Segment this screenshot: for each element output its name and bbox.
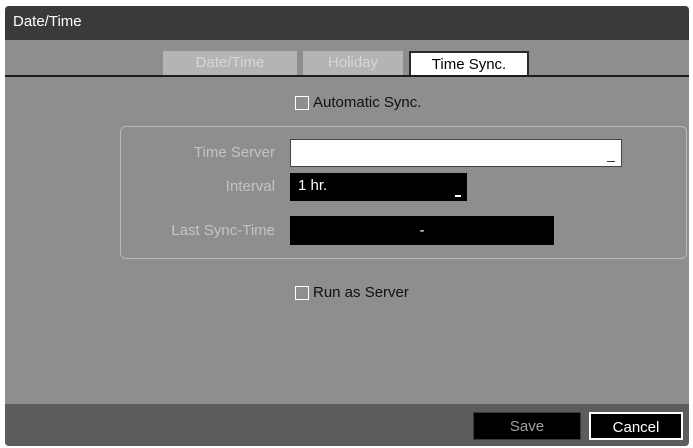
tab-time-sync[interactable]: Time Sync. <box>409 51 529 75</box>
tab-holiday[interactable]: Holiday <box>303 51 403 75</box>
interval-select[interactable]: 1 hr. <box>290 173 467 201</box>
run-as-server-checkbox[interactable] <box>295 285 309 300</box>
interval-label: Interval <box>225 178 275 195</box>
save-button[interactable]: Save <box>473 412 581 440</box>
last-sync-time-display: - <box>290 216 554 245</box>
title-bar: Date/Time <box>5 6 689 40</box>
interval-value: 1 hr. <box>298 177 328 194</box>
dropdown-arrow-icon <box>455 195 461 197</box>
time-server-input[interactable] <box>290 139 622 167</box>
cancel-button[interactable]: Cancel <box>589 412 683 440</box>
run-as-server-option[interactable]: Run as Server <box>295 284 409 301</box>
last-sync-time-label: Last Sync-Time <box>171 222 275 239</box>
automatic-sync-label: Automatic Sync. <box>313 94 422 111</box>
text-cursor-icon <box>607 161 615 162</box>
automatic-sync-option[interactable]: Automatic Sync. <box>295 94 421 111</box>
automatic-sync-checkbox[interactable] <box>295 95 309 110</box>
tab-date-time[interactable]: Date/Time <box>163 51 297 75</box>
time-server-label: Time Server <box>193 144 275 161</box>
run-as-server-label: Run as Server <box>313 284 409 301</box>
date-time-dialog: Date/Time Date/Time Holiday Time Sync. A… <box>5 6 689 446</box>
window-title: Date/Time <box>13 13 82 30</box>
tab-divider <box>5 75 689 77</box>
footer-bar <box>5 404 689 446</box>
